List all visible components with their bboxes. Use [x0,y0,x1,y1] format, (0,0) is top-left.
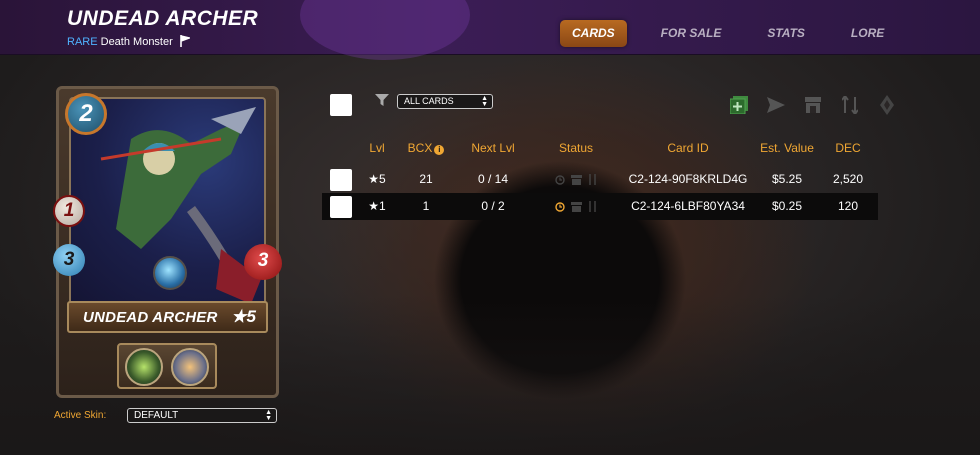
col-bcx-label: BCX [407,141,433,155]
rarity-label: RARE [67,36,98,48]
cell-lvl: ★1 [368,199,386,213]
active-skin-label: Active Skin: [54,410,107,421]
col-next-lvl[interactable]: Next Lvl [458,138,528,166]
active-skin-value: DEFAULT [134,410,179,421]
cell-dec: 120 [837,199,859,213]
filter-icon[interactable] [375,93,389,112]
active-skin-select[interactable]: DEFAULT ▲ ▼ [127,408,277,423]
card-level: ★5 [231,307,256,326]
cards-table: Lvl BCX i Next Lvl Status Card ID Est. Va… [322,138,878,220]
burn-icon[interactable] [876,94,898,116]
cell-dec: 2,520 [832,172,864,186]
row-checkbox[interactable] [330,169,352,191]
tab-cards[interactable]: CARDS [560,20,627,47]
col-dec[interactable]: DEC [826,138,870,166]
cell-next-lvl: 0 / 14 [477,172,509,186]
info-icon[interactable]: i [434,145,445,155]
cell-status [548,193,604,220]
cell-lvl: ★5 [368,172,386,186]
transfer-icon [589,174,596,185]
ability-icon[interactable] [171,348,209,386]
header-emblem [300,0,470,60]
card-actions [728,94,913,116]
health-stat: 3 [244,244,282,280]
page-title: UNDEAD ARCHER [67,7,259,30]
card-type-label: Death Monster [100,36,173,48]
cell-next-lvl: 0 / 2 [481,199,505,213]
mana-cost: 2 [65,93,107,135]
col-lvl[interactable]: Lvl [360,138,394,166]
cell-est-value: $5.25 [771,172,803,186]
table-row[interactable]: ★5 21 0 / 14 C2-124-90F8KRLD4G $5.25 2,5… [322,166,878,193]
cell-card-id: C2-124-90F8KRLD4G [628,172,748,186]
market-icon[interactable] [802,94,824,116]
card-name-banner: UNDEAD ARCHER ★5 [67,301,268,333]
tab-for-sale[interactable]: FOR SALE [649,20,734,47]
abilities-panel [117,343,217,389]
col-status: Status [558,141,594,155]
table-header: Lvl BCX i Next Lvl Status Card ID Est. Va… [322,138,878,166]
select-all-checkbox[interactable] [330,94,352,116]
send-icon[interactable] [765,94,787,116]
card-subtitle: RARE Death Monster [67,35,192,50]
market-icon [571,174,582,185]
cell-est-value: $0.25 [771,199,803,213]
select-arrows-icon: ▲ ▼ [481,95,488,108]
tab-stats[interactable]: STATS [755,20,817,47]
tab-lore[interactable]: LORE [839,20,896,47]
cell-card-id: C2-124-6LBF80YA34 [631,199,745,213]
col-bcx[interactable]: BCX i [400,138,452,166]
col-est-value[interactable]: Est. Value [756,138,818,166]
card-nav: CARDS FOR SALE STATS LORE [560,20,918,47]
market-icon [571,201,582,212]
card-filter-value: ALL CARDS [404,96,454,106]
poison-ability-icon[interactable] [125,348,163,386]
cell-bcx: 21 [419,172,433,186]
clock-icon [555,174,565,185]
card-filter-select[interactable]: ALL CARDS ▲ ▼ [397,94,493,109]
speed-stat: 3 [53,244,85,276]
flag-icon[interactable] [180,35,192,50]
col-card-id[interactable]: Card ID [618,138,758,166]
cell-status [548,166,604,193]
cell-bcx: 1 [422,199,430,213]
transfer-icon [589,201,596,212]
card-image: 2 1 3 3 UNDEAD ARCHER ★5 [53,86,282,398]
table-row[interactable]: ★1 1 0 / 2 C2-124-6LBF80YA34 $0.25 120 [322,193,878,220]
ranged-attack: 1 [53,195,85,227]
add-icon[interactable] [728,94,750,116]
transfer-icon[interactable] [839,94,861,116]
card-name: UNDEAD ARCHER [83,309,218,326]
death-element-icon [153,256,187,290]
select-arrows-icon: ▲ ▼ [265,409,272,422]
header-bar: UNDEAD ARCHER RARE Death Monster CARDS F… [0,0,980,60]
row-checkbox[interactable] [330,196,352,218]
clock-icon [555,201,565,212]
